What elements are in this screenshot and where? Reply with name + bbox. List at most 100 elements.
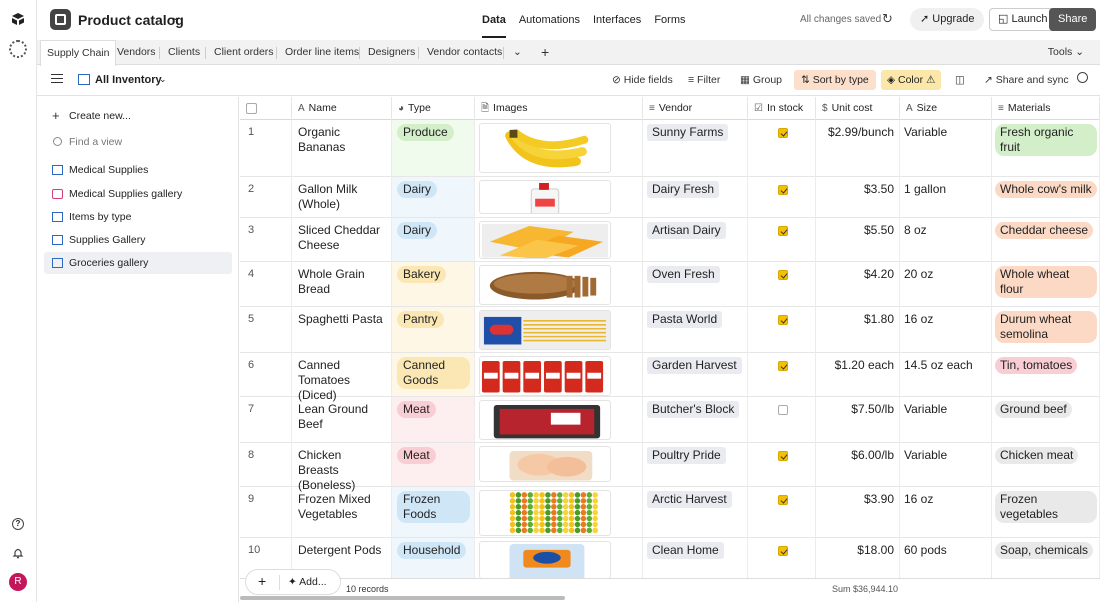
- cell-images[interactable]: [475, 487, 643, 538]
- cell-vendor[interactable]: Oven Fresh: [643, 262, 748, 307]
- cell-type[interactable]: Meat: [392, 397, 475, 443]
- cell-in-stock[interactable]: [748, 218, 816, 262]
- stock-checkbox[interactable]: [778, 361, 788, 371]
- cell-in-stock[interactable]: [748, 262, 816, 307]
- cell-size[interactable]: Variable: [900, 397, 992, 443]
- upgrade-button[interactable]: ➚ Upgrade: [910, 8, 985, 31]
- sidebar-item-medical-supplies[interactable]: Medical Supplies: [44, 159, 232, 181]
- product-image[interactable]: [479, 356, 611, 396]
- bell-icon[interactable]: [12, 547, 24, 559]
- vendor-link[interactable]: Clean Home: [647, 542, 724, 559]
- select-all-checkbox[interactable]: [240, 97, 292, 120]
- hide-fields-button[interactable]: ⊘ Hide fields: [612, 74, 673, 86]
- cell-vendor[interactable]: Dairy Fresh: [643, 177, 748, 218]
- column-header-unit-cost[interactable]: $ Unit cost: [816, 97, 900, 120]
- cell-in-stock[interactable]: [748, 397, 816, 443]
- cell-vendor[interactable]: Artisan Dairy: [643, 218, 748, 262]
- cell-unit-cost[interactable]: $7.50/lb: [816, 397, 900, 443]
- cell-unit-cost[interactable]: $1.80: [816, 307, 900, 353]
- cell-name[interactable]: Organic Bananas: [292, 120, 392, 177]
- sidebar-item-medical-supplies-gallery[interactable]: Medical Supplies gallery: [44, 183, 232, 205]
- cell-type[interactable]: Dairy: [392, 177, 475, 218]
- stock-checkbox[interactable]: [778, 495, 788, 505]
- launch-button[interactable]: ◱ Launch: [989, 8, 1057, 31]
- base-title[interactable]: Product catalog: [78, 12, 184, 28]
- cell-images[interactable]: [475, 443, 643, 487]
- cell-materials[interactable]: Soap, chemicals: [992, 538, 1100, 581]
- row-height-icon[interactable]: ◫: [955, 74, 965, 86]
- cell-vendor[interactable]: Arctic Harvest: [643, 487, 748, 538]
- share-sync-button[interactable]: ↗ Share and sync: [984, 74, 1069, 86]
- tab-supply-chain[interactable]: Supply Chain: [40, 40, 117, 66]
- cell-size[interactable]: 20 oz: [900, 262, 992, 307]
- column-header-name[interactable]: A Name: [292, 97, 392, 120]
- hamburger-icon[interactable]: [51, 74, 63, 83]
- column-header-vendor[interactable]: ≡ Vendor: [643, 97, 748, 120]
- cell-in-stock[interactable]: [748, 443, 816, 487]
- tab-order-line-items[interactable]: Order line items: [285, 40, 359, 65]
- cell-name[interactable]: Whole Grain Bread: [292, 262, 392, 307]
- cell-size[interactable]: 60 pods: [900, 538, 992, 581]
- cell-materials[interactable]: Whole cow's milk: [992, 177, 1100, 218]
- tab-clients[interactable]: Clients: [168, 40, 200, 65]
- product-image[interactable]: [479, 180, 611, 214]
- column-header-materials[interactable]: ≡ Materials: [992, 97, 1100, 120]
- tab-vendors[interactable]: Vendors: [117, 40, 156, 65]
- horizontal-scrollbar[interactable]: [240, 596, 565, 600]
- tab-designers[interactable]: Designers: [368, 40, 415, 65]
- cell-type[interactable]: Dairy: [392, 218, 475, 262]
- cell-size[interactable]: 14.5 oz each: [900, 353, 992, 397]
- stock-checkbox[interactable]: [778, 226, 788, 236]
- vendor-link[interactable]: Oven Fresh: [647, 266, 720, 283]
- column-header-type[interactable]: ◕ Type: [392, 97, 475, 120]
- cell-materials[interactable]: Cheddar cheese: [992, 218, 1100, 262]
- tab-vendor-contacts[interactable]: Vendor contacts: [427, 40, 502, 65]
- cell-unit-cost[interactable]: $1.20 each: [816, 353, 900, 397]
- cell-unit-cost[interactable]: $5.50: [816, 218, 900, 262]
- cell-name[interactable]: Sliced Cheddar Cheese: [292, 218, 392, 262]
- more-tabs-chevron-icon[interactable]: ⌄: [513, 40, 522, 65]
- product-image[interactable]: [479, 310, 611, 350]
- cell-unit-cost[interactable]: $3.90: [816, 487, 900, 538]
- cell-type[interactable]: Produce: [392, 120, 475, 177]
- column-header-images[interactable]: 🗎 Images: [475, 97, 643, 120]
- cell-type[interactable]: Bakery: [392, 262, 475, 307]
- cell-type[interactable]: Meat: [392, 443, 475, 487]
- vendor-link[interactable]: Dairy Fresh: [647, 181, 720, 198]
- cell-name[interactable]: Chicken Breasts (Boneless): [292, 443, 392, 492]
- cell-materials[interactable]: Ground beef: [992, 397, 1100, 443]
- cell-vendor[interactable]: Butcher's Block: [643, 397, 748, 443]
- help-icon[interactable]: ?: [12, 518, 24, 530]
- cell-images[interactable]: [475, 177, 643, 218]
- cell-materials[interactable]: Whole wheat flour: [992, 262, 1100, 307]
- cell-type[interactable]: Pantry: [392, 307, 475, 353]
- cell-in-stock[interactable]: [748, 307, 816, 353]
- cell-vendor[interactable]: Sunny Farms: [643, 120, 748, 177]
- cell-type[interactable]: Household: [392, 538, 475, 581]
- stock-checkbox[interactable]: [778, 128, 788, 138]
- stock-checkbox[interactable]: [778, 405, 788, 415]
- product-image[interactable]: [479, 541, 611, 579]
- cell-name[interactable]: Frozen Mixed Vegetables: [292, 487, 392, 538]
- cell-name[interactable]: Lean Ground Beef: [292, 397, 392, 443]
- cell-in-stock[interactable]: [748, 538, 816, 581]
- column-header-in-stock[interactable]: ☑ In stock: [748, 97, 816, 120]
- view-name[interactable]: All Inventory: [95, 74, 162, 86]
- cell-size[interactable]: Variable: [900, 443, 992, 487]
- color-button[interactable]: ◈ Color ⚠: [881, 70, 942, 90]
- create-new-button[interactable]: + Create new...: [44, 105, 232, 127]
- filter-button[interactable]: ≡ Filter: [688, 74, 720, 86]
- plus-icon[interactable]: +: [258, 573, 266, 589]
- history-icon[interactable]: ↻: [882, 11, 893, 27]
- cell-unit-cost[interactable]: $4.20: [816, 262, 900, 307]
- cell-materials[interactable]: Durum wheat semolina: [992, 307, 1100, 353]
- sort-button[interactable]: ⇅ Sort by type: [794, 70, 876, 90]
- vendor-link[interactable]: Artisan Dairy: [647, 222, 726, 239]
- cell-materials[interactable]: Tin, tomatoes: [992, 353, 1100, 397]
- add-table-plus-icon[interactable]: +: [541, 40, 549, 65]
- stock-checkbox[interactable]: [778, 315, 788, 325]
- cell-type[interactable]: Frozen Foods: [392, 487, 475, 538]
- cell-name[interactable]: Gallon Milk (Whole): [292, 177, 392, 218]
- cell-in-stock[interactable]: [748, 487, 816, 538]
- sidebar-item-items-by-type[interactable]: Items by type: [44, 206, 232, 228]
